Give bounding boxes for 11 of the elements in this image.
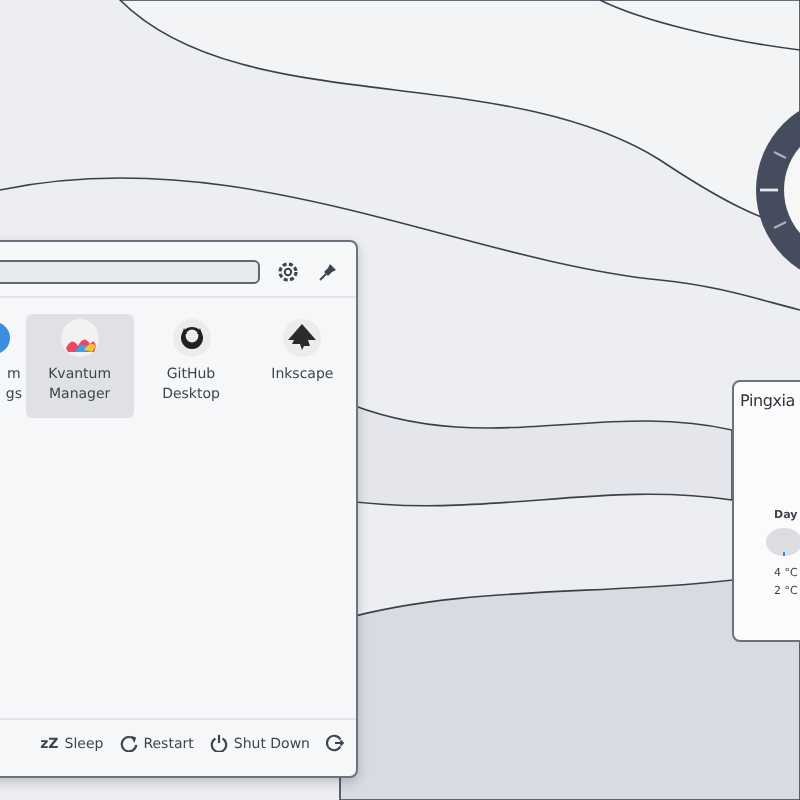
power-icon [209, 734, 228, 752]
logout-icon [326, 734, 344, 752]
palette-icon [59, 318, 100, 358]
logout-button[interactable] [326, 734, 344, 752]
search-field[interactable] [0, 260, 260, 284]
pin-button[interactable] [316, 260, 340, 284]
location-title: Pingxia [740, 392, 797, 410]
settings-button[interactable] [276, 260, 300, 284]
mountain-icon [282, 318, 323, 358]
restart-icon [119, 734, 138, 752]
cloud-icon [766, 528, 800, 556]
